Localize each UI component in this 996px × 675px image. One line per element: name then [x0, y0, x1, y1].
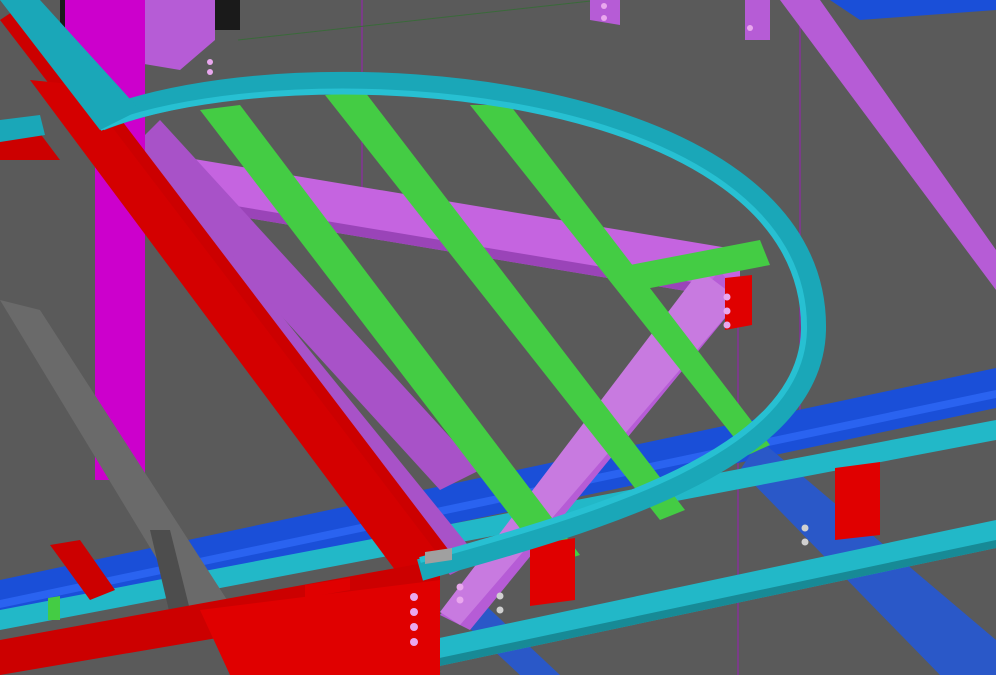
bolt	[601, 3, 607, 9]
bolt	[747, 25, 753, 31]
bolt	[456, 583, 464, 591]
bolt	[207, 59, 213, 65]
bolt	[410, 608, 418, 616]
bolt	[410, 623, 418, 631]
bolt	[801, 538, 809, 546]
steel-structure-render	[0, 0, 996, 675]
bolt	[723, 307, 731, 315]
3d-model-viewport[interactable]	[0, 0, 996, 675]
bolt	[410, 593, 418, 601]
bolt	[496, 606, 504, 614]
bolt	[801, 524, 809, 532]
bolt	[723, 321, 731, 329]
bolt	[456, 596, 464, 604]
bolt	[410, 638, 418, 646]
bolt	[601, 15, 607, 21]
bolt	[496, 592, 504, 600]
bolt	[207, 69, 213, 75]
bolt	[723, 293, 731, 301]
